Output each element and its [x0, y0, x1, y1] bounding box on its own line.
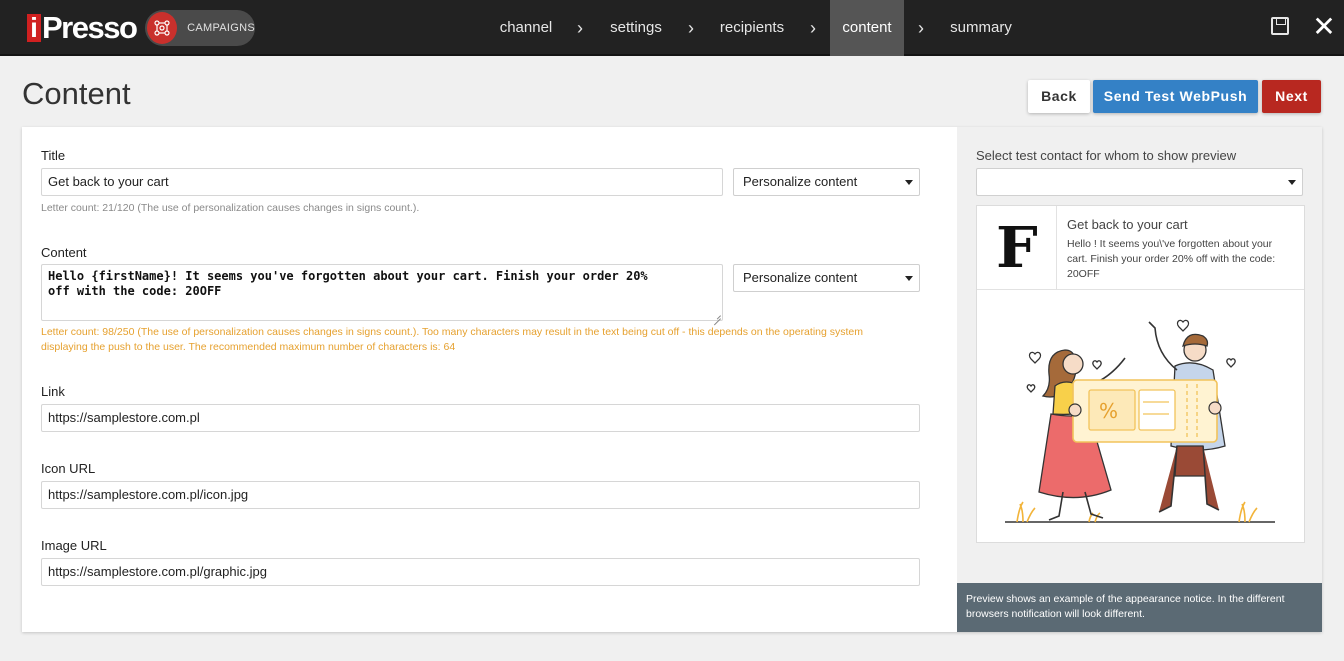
step-recipients[interactable]: recipients — [712, 0, 792, 56]
icon-url-input[interactable]: https://samplestore.com.pl/icon.jpg — [41, 481, 920, 509]
save-icon[interactable] — [1271, 17, 1289, 35]
step-separator-icon: › — [688, 18, 694, 38]
content-textarea[interactable]: Hello {firstName}! It seems you've forgo… — [41, 264, 723, 321]
notification-icon: F — [977, 206, 1057, 289]
content-line: Hello {firstName}! It seems you've forgo… — [48, 269, 648, 283]
module-label: CAMPAIGNS — [187, 22, 255, 34]
notification-title: Get back to your cart — [1067, 217, 1188, 232]
notification-preview: F Get back to your cart Hello ! It seems… — [976, 205, 1305, 543]
link-input[interactable]: https://samplestore.com.pl — [41, 404, 920, 432]
content-line: off with the code: 20OFF — [48, 284, 222, 298]
warning-line: displaying the push to the user. The rec… — [41, 341, 456, 353]
close-icon[interactable]: ✕ — [1312, 12, 1336, 42]
preview-pane: Select test contact for whom to show pre… — [957, 127, 1322, 632]
campaigns-icon — [147, 12, 178, 44]
step-separator-icon: › — [918, 18, 924, 38]
top-bar: i Presso CAMPAIGNS channel › settings › … — [0, 0, 1344, 56]
back-button[interactable]: Back — [1028, 80, 1090, 113]
module-switcher[interactable]: CAMPAIGNS — [145, 10, 255, 46]
resize-handle-icon[interactable] — [713, 311, 721, 319]
step-separator-icon: › — [577, 18, 583, 38]
step-summary[interactable]: summary — [942, 0, 1020, 56]
title-letter-count: Letter count: 21/120 (The use of persona… — [41, 202, 420, 214]
caret-down-icon — [1288, 180, 1296, 185]
logo-wordmark: Presso — [42, 10, 138, 45]
content-personalize-label: Personalize content — [743, 270, 858, 285]
title-personalize-select[interactable]: Personalize content — [733, 168, 920, 196]
step-content[interactable]: content — [830, 0, 904, 56]
notification-image-illustration: % — [977, 290, 1304, 542]
title-personalize-label: Personalize content — [743, 174, 858, 189]
title-label: Title — [41, 148, 66, 163]
content-label: Content — [41, 245, 87, 260]
test-contact-select[interactable] — [976, 168, 1303, 196]
warning-line: Letter count: 98/250 (The use of persona… — [41, 326, 863, 338]
link-label: Link — [41, 384, 65, 399]
next-button[interactable]: Next — [1262, 80, 1321, 113]
page-title: Content — [22, 76, 131, 111]
step-separator-icon: › — [810, 18, 816, 38]
step-settings[interactable]: settings — [602, 0, 670, 56]
image-url-input[interactable]: https://samplestore.com.pl/graphic.jpg — [41, 558, 920, 586]
logo-i-mark: i — [27, 14, 41, 42]
ipresso-logo[interactable]: i Presso — [27, 9, 138, 47]
image-url-label: Image URL — [41, 538, 107, 553]
content-letter-count-warning: Letter count: 98/250 (The use of persona… — [41, 325, 921, 355]
content-personalize-select[interactable]: Personalize content — [733, 264, 920, 292]
title-input[interactable]: Get back to your cart — [41, 168, 723, 196]
send-test-webpush-button[interactable]: Send Test WebPush — [1093, 80, 1258, 113]
caret-down-icon — [905, 276, 913, 281]
svg-text:%: % — [1099, 399, 1118, 423]
preview-disclaimer: Preview shows an example of the appearan… — [957, 583, 1322, 632]
preview-contact-label: Select test contact for whom to show pre… — [976, 148, 1237, 163]
step-channel[interactable]: channel — [490, 0, 562, 56]
content-panel: Title Get back to your cart Personalize … — [22, 127, 1322, 632]
brand-letter: F — [995, 214, 1038, 281]
icon-url-label: Icon URL — [41, 461, 96, 476]
notification-body: Hello ! It seems you\'ve forgotten about… — [1067, 238, 1276, 280]
caret-down-icon — [905, 180, 913, 185]
